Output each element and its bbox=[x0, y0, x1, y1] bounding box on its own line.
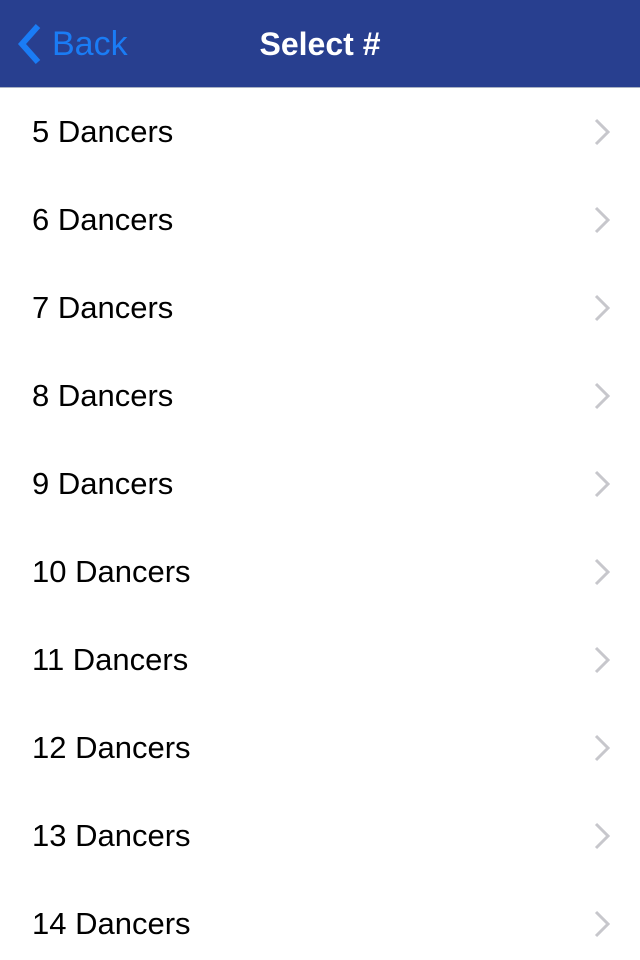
dancer-count-list: 5 Dancers 6 Dancers 7 Dancers 8 Dancers … bbox=[0, 88, 640, 960]
list-item-label: 5 Dancers bbox=[32, 114, 174, 149]
chevron-right-icon bbox=[594, 822, 610, 850]
list-item[interactable]: 14 Dancers bbox=[0, 880, 640, 960]
list-item-label: 13 Dancers bbox=[32, 818, 191, 853]
list-item-label: 11 Dancers bbox=[32, 642, 189, 677]
list-item[interactable]: 13 Dancers bbox=[0, 792, 640, 880]
list-item-label: 9 Dancers bbox=[32, 466, 174, 501]
chevron-right-icon bbox=[594, 646, 610, 674]
list-item-label: 6 Dancers bbox=[32, 202, 174, 237]
list-item[interactable]: 8 Dancers bbox=[0, 352, 640, 440]
navigation-bar: Back Select # bbox=[0, 0, 640, 88]
list-item[interactable]: 5 Dancers bbox=[0, 88, 640, 176]
chevron-right-icon bbox=[594, 470, 610, 498]
chevron-right-icon bbox=[594, 910, 610, 938]
page-title: Select # bbox=[259, 25, 381, 62]
list-item[interactable]: 6 Dancers bbox=[0, 176, 640, 264]
list-item-label: 7 Dancers bbox=[32, 290, 174, 325]
chevron-right-icon bbox=[594, 206, 610, 234]
list-item[interactable]: 11 Dancers bbox=[0, 616, 640, 704]
chevron-right-icon bbox=[594, 734, 610, 762]
list-item-label: 10 Dancers bbox=[32, 554, 191, 589]
list-item[interactable]: 7 Dancers bbox=[0, 264, 640, 352]
list-item-label: 14 Dancers bbox=[32, 906, 191, 941]
list-item-label: 8 Dancers bbox=[32, 378, 174, 413]
chevron-right-icon bbox=[594, 294, 610, 322]
list-item[interactable]: 10 Dancers bbox=[0, 528, 640, 616]
list-item[interactable]: 12 Dancers bbox=[0, 704, 640, 792]
list-item[interactable]: 9 Dancers bbox=[0, 440, 640, 528]
list-item-label: 12 Dancers bbox=[32, 730, 191, 765]
chevron-right-icon bbox=[594, 558, 610, 586]
chevron-right-icon bbox=[594, 118, 610, 146]
chevron-right-icon bbox=[594, 382, 610, 410]
